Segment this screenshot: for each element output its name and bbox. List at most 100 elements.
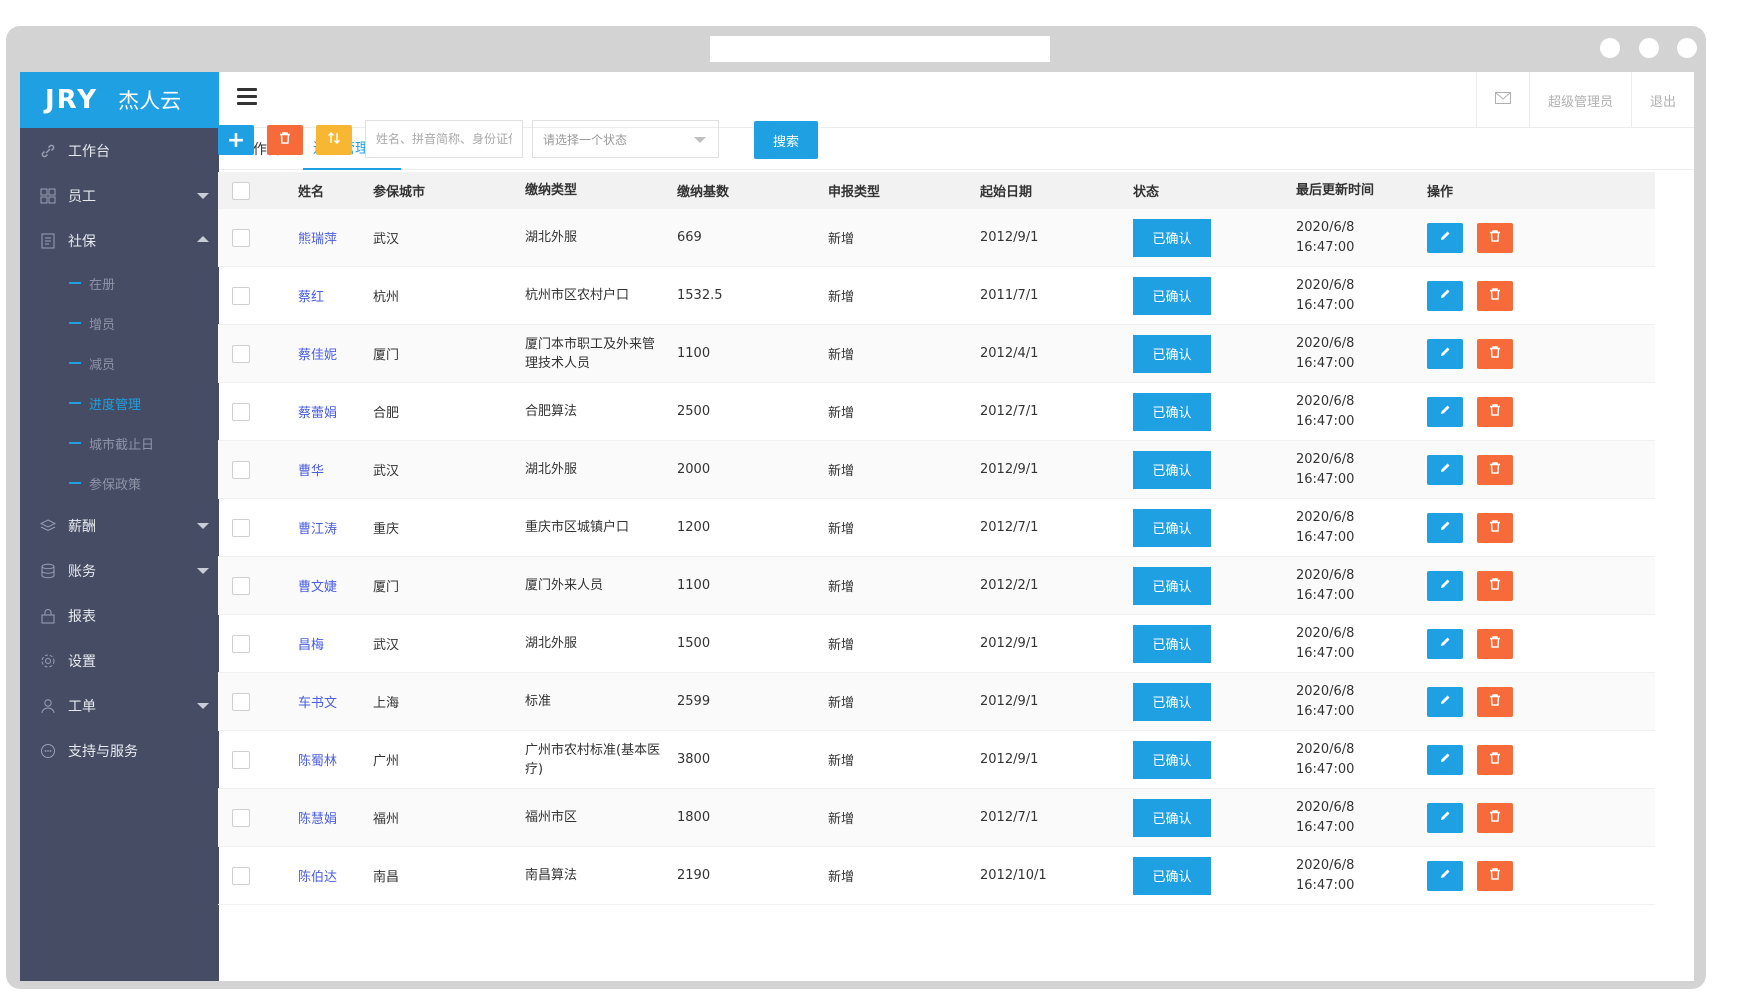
employee-name-link[interactable]: 车书文	[298, 692, 373, 711]
sidebar-item-tickets[interactable]: 工单	[20, 683, 219, 728]
status-confirmed-button[interactable]: 已确认	[1133, 218, 1211, 257]
sidebar-item-salary[interactable]: 薪酬	[20, 503, 219, 548]
submenu-item-reduce[interactable]: 减员	[20, 343, 219, 383]
status-confirmed-button[interactable]: 已确认	[1133, 276, 1211, 315]
row-checkbox[interactable]	[232, 460, 250, 479]
row-checkbox[interactable]	[232, 692, 250, 711]
status-confirmed-button[interactable]: 已确认	[1133, 450, 1211, 489]
admin-user-menu[interactable]: 超级管理员	[1528, 72, 1631, 128]
status-confirmed-button[interactable]: 已确认	[1133, 508, 1211, 547]
delete-row-button[interactable]	[1477, 396, 1513, 427]
row-checkbox[interactable]	[232, 402, 250, 421]
window-dot-2[interactable]	[1639, 38, 1659, 58]
sidebar-item-settings[interactable]: 设置	[20, 638, 219, 683]
dash-icon	[69, 442, 81, 444]
edit-button[interactable]	[1427, 222, 1463, 253]
status-confirmed-button[interactable]: 已确认	[1133, 682, 1211, 721]
row-checkbox[interactable]	[232, 576, 250, 595]
row-checkbox[interactable]	[232, 634, 250, 653]
logo[interactable]: JRY 杰人云	[20, 72, 219, 128]
employee-name-link[interactable]: 陈伯达	[298, 866, 373, 885]
status-confirmed-button[interactable]: 已确认	[1133, 798, 1211, 837]
delete-row-button[interactable]	[1477, 280, 1513, 311]
sort-button[interactable]	[316, 125, 352, 155]
employee-name-link[interactable]: 曹江涛	[298, 518, 373, 537]
delete-row-button[interactable]	[1477, 454, 1513, 485]
add-button[interactable]: +	[218, 125, 254, 155]
sidebar-item-label: 薪酬	[68, 518, 96, 535]
employee-name-link[interactable]: 蔡佳妮	[298, 344, 373, 363]
delete-row-button[interactable]	[1477, 628, 1513, 659]
search-button[interactable]: 搜索	[754, 121, 818, 159]
sidebar-item-social-security[interactable]: 社保	[20, 218, 219, 263]
status-confirmed-button[interactable]: 已确认	[1133, 624, 1211, 663]
row-checkbox[interactable]	[232, 518, 250, 537]
status-confirmed-button[interactable]: 已确认	[1133, 740, 1211, 779]
search-input[interactable]	[365, 120, 523, 158]
submenu-item-policy[interactable]: 参保政策	[20, 463, 219, 503]
sidebar-item-reports[interactable]: 报表	[20, 593, 219, 638]
edit-button[interactable]	[1427, 570, 1463, 601]
submenu-item-add[interactable]: 增员	[20, 303, 219, 343]
report-type: 新增	[828, 580, 855, 595]
report-type: 新增	[828, 290, 855, 305]
edit-button[interactable]	[1427, 512, 1463, 543]
edit-button[interactable]	[1427, 628, 1463, 659]
sidebar-item-staff[interactable]: 员工	[20, 173, 219, 218]
logout-link[interactable]: 退出	[1630, 72, 1694, 128]
status-select[interactable]: 请选择一个状态	[532, 120, 719, 158]
employee-name-link[interactable]: 昌梅	[298, 634, 373, 653]
edit-button[interactable]	[1427, 338, 1463, 369]
delete-row-button[interactable]	[1477, 338, 1513, 369]
delete-button[interactable]	[267, 125, 303, 155]
status-confirmed-button[interactable]: 已确认	[1133, 856, 1211, 895]
sidebar-item-accounts[interactable]: 账务	[20, 548, 219, 593]
window-dot-3[interactable]	[1677, 38, 1697, 58]
row-checkbox[interactable]	[232, 344, 250, 363]
updated-date: 2020/6/8	[1296, 741, 1355, 757]
edit-button[interactable]	[1427, 744, 1463, 775]
status-confirmed-button[interactable]: 已确认	[1133, 392, 1211, 431]
delete-row-button[interactable]	[1477, 860, 1513, 891]
edit-button[interactable]	[1427, 454, 1463, 485]
row-checkbox[interactable]	[232, 286, 250, 305]
edit-button[interactable]	[1427, 860, 1463, 891]
employee-name-link[interactable]: 陈蜀林	[298, 750, 373, 769]
employee-name-link[interactable]: 蔡蕾娟	[298, 402, 373, 421]
delete-row-button[interactable]	[1477, 744, 1513, 775]
submenu-item-city-deadline[interactable]: 城市截止日	[20, 423, 219, 463]
row-checkbox[interactable]	[232, 866, 250, 885]
status-confirmed-button[interactable]: 已确认	[1133, 566, 1211, 605]
sidebar-item-workbench[interactable]: 工作台	[20, 128, 219, 173]
employee-name-link[interactable]: 曹文婕	[298, 576, 373, 595]
delete-row-button[interactable]	[1477, 802, 1513, 833]
address-bar[interactable]	[710, 36, 1050, 62]
edit-button[interactable]	[1427, 280, 1463, 311]
delete-row-button[interactable]	[1477, 512, 1513, 543]
edit-button[interactable]	[1427, 396, 1463, 427]
payment-type: 厦门本市职工及外来管理技术人员	[525, 336, 656, 371]
submenu-item-registered[interactable]: 在册	[20, 263, 219, 303]
edit-button[interactable]	[1427, 802, 1463, 833]
employee-name-link[interactable]: 蔡红	[298, 286, 373, 305]
delete-row-button[interactable]	[1477, 570, 1513, 601]
employee-name-link[interactable]: 曹华	[298, 460, 373, 479]
select-all-checkbox[interactable]	[232, 181, 250, 200]
employee-name-link[interactable]: 熊瑞萍	[298, 228, 373, 247]
mail-button[interactable]	[1475, 72, 1529, 128]
sidebar-item-support[interactable]: 支持与服务	[20, 728, 219, 773]
row-checkbox[interactable]	[232, 808, 250, 827]
actions-cell	[1427, 396, 1547, 427]
row-checkbox-cell	[218, 286, 298, 305]
edit-button[interactable]	[1427, 686, 1463, 717]
row-checkbox[interactable]	[232, 228, 250, 247]
dash-icon	[69, 482, 81, 484]
window-dot-1[interactable]	[1600, 38, 1620, 58]
submenu-item-progress[interactable]: 进度管理	[20, 383, 219, 423]
delete-row-button[interactable]	[1477, 222, 1513, 253]
status-confirmed-button[interactable]: 已确认	[1133, 334, 1211, 373]
row-checkbox[interactable]	[232, 750, 250, 769]
delete-row-button[interactable]	[1477, 686, 1513, 717]
menu-toggle-icon[interactable]	[237, 88, 257, 108]
employee-name-link[interactable]: 陈慧娟	[298, 808, 373, 827]
